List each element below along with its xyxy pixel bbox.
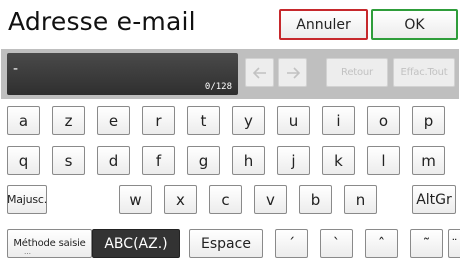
key-g[interactable]: g xyxy=(187,146,220,175)
page-title: Adresse e-mail xyxy=(8,7,196,36)
key-q[interactable]: q xyxy=(7,146,40,175)
key-p[interactable]: p xyxy=(412,106,445,135)
key-a[interactable]: a xyxy=(7,106,40,135)
clear-all-button[interactable]: Effac.Tout xyxy=(393,58,455,87)
key-s[interactable]: s xyxy=(52,146,85,175)
input-method-button[interactable]: Méthode saisie … xyxy=(7,229,92,258)
back-button[interactable]: Retour xyxy=(326,58,388,87)
key-i[interactable]: i xyxy=(322,106,355,135)
character-counter: 0/128 xyxy=(204,82,232,92)
key-r[interactable]: r xyxy=(142,106,175,135)
arrow-left-icon xyxy=(252,66,266,79)
key-h[interactable]: h xyxy=(232,146,265,175)
key-o[interactable]: o xyxy=(367,106,400,135)
shift-key[interactable]: Majusc. xyxy=(7,185,47,214)
cursor-right-button[interactable] xyxy=(278,58,307,87)
email-input-field[interactable]: - 0/128 xyxy=(7,53,238,95)
key-k[interactable]: k xyxy=(322,146,355,175)
altgr-key[interactable]: AltGr xyxy=(412,185,456,214)
key-diaeresis-accent[interactable]: ¨ xyxy=(448,229,460,258)
key-z[interactable]: z xyxy=(52,106,85,135)
key-x[interactable]: x xyxy=(164,185,197,214)
key-e[interactable]: e xyxy=(97,106,130,135)
cursor-left-button[interactable] xyxy=(245,58,274,87)
key-f[interactable]: f xyxy=(142,146,175,175)
key-d[interactable]: d xyxy=(97,146,130,175)
email-entry-panel: Adresse e-mail Annuler OK - 0/128 Retour… xyxy=(0,0,461,266)
key-m[interactable]: m xyxy=(412,146,445,175)
key-n[interactable]: n xyxy=(344,185,377,214)
arrow-right-icon xyxy=(286,66,300,79)
key-tilde-accent[interactable]: ˜ xyxy=(410,229,443,258)
space-key[interactable]: Espace xyxy=(189,229,263,258)
input-mode-selector[interactable]: ABC(AZ.) xyxy=(92,229,180,258)
key-b[interactable]: b xyxy=(299,185,332,214)
key-w[interactable]: w xyxy=(119,185,152,214)
ok-button[interactable]: OK xyxy=(371,9,458,40)
key-y[interactable]: y xyxy=(232,106,265,135)
key-c[interactable]: c xyxy=(209,185,242,214)
key-t[interactable]: t xyxy=(187,106,220,135)
key-acute-accent[interactable]: ´ xyxy=(275,229,308,258)
key-circumflex-accent[interactable]: ˆ xyxy=(365,229,398,258)
more-dots-icon: … xyxy=(24,248,31,256)
key-j[interactable]: j xyxy=(277,146,310,175)
key-v[interactable]: v xyxy=(254,185,287,214)
input-value: - xyxy=(13,61,19,77)
key-l[interactable]: l xyxy=(367,146,400,175)
key-grave-accent[interactable]: ` xyxy=(320,229,353,258)
cancel-button[interactable]: Annuler xyxy=(279,9,368,40)
key-u[interactable]: u xyxy=(277,106,310,135)
